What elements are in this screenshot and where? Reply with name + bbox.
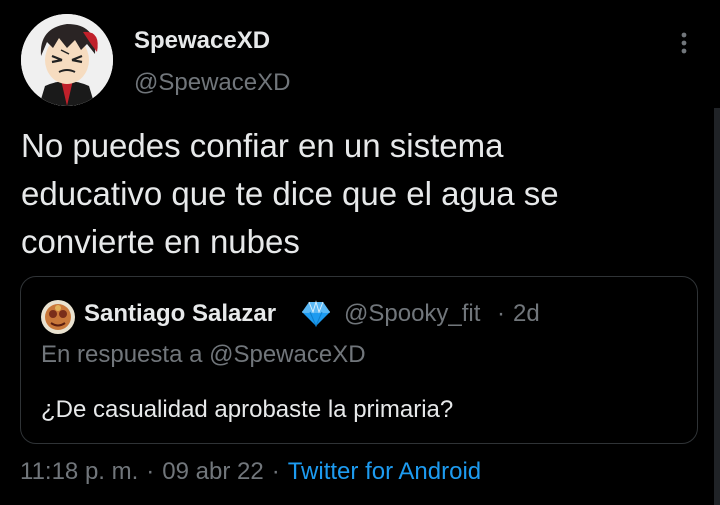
author-handle[interactable]: @SpewaceXD bbox=[134, 68, 290, 98]
tweet-text-line: convierte en nubes bbox=[21, 223, 300, 260]
verified-badge-icon bbox=[300, 300, 332, 328]
more-vertical-icon[interactable] bbox=[674, 30, 694, 56]
tweet-date[interactable]: 09 abr 22 bbox=[162, 455, 263, 489]
author-display-name[interactable]: SpewaceXD bbox=[134, 26, 270, 56]
quoted-author-name[interactable]: Santiago Salazar bbox=[84, 299, 276, 329]
author-avatar[interactable] bbox=[21, 14, 113, 106]
scrollbar-track[interactable] bbox=[714, 108, 720, 505]
tweet-text-line: No puedes confiar en un sistema bbox=[21, 127, 504, 164]
quoted-author-handle[interactable]: @Spooky_fit bbox=[344, 299, 480, 329]
quoted-tweet-text: ¿De casualidad aprobaste la primaria? bbox=[41, 396, 454, 423]
reply-context: En respuesta a @SpewaceXD bbox=[41, 341, 366, 368]
meta-separator: · bbox=[271, 458, 280, 485]
quoted-tweet-card[interactable]: Santiago Salazar @Spooky_fit · 2d En res… bbox=[20, 276, 698, 444]
quoted-meta-separator: · bbox=[497, 300, 505, 327]
tweet-text: No puedes confiar en un sistema educativ… bbox=[21, 122, 691, 266]
tweet-text-line: educativo que te dice que el agua se bbox=[21, 175, 559, 212]
tweet-metadata: 11:18 p. m. · 09 abr 22 · Twitter for Androi… bbox=[20, 455, 481, 489]
tweet-detail: SpewaceXD @SpewaceXD No puedes confiar e… bbox=[0, 0, 720, 505]
quoted-author-avatar[interactable] bbox=[41, 300, 75, 334]
meta-separator: · bbox=[146, 458, 155, 485]
quoted-timestamp[interactable]: 2d bbox=[513, 299, 540, 329]
author-avatar-image bbox=[21, 14, 113, 106]
tweet-time[interactable]: 11:18 p. m. bbox=[20, 455, 138, 489]
tweet-source-link[interactable]: Twitter for Android bbox=[288, 455, 481, 489]
